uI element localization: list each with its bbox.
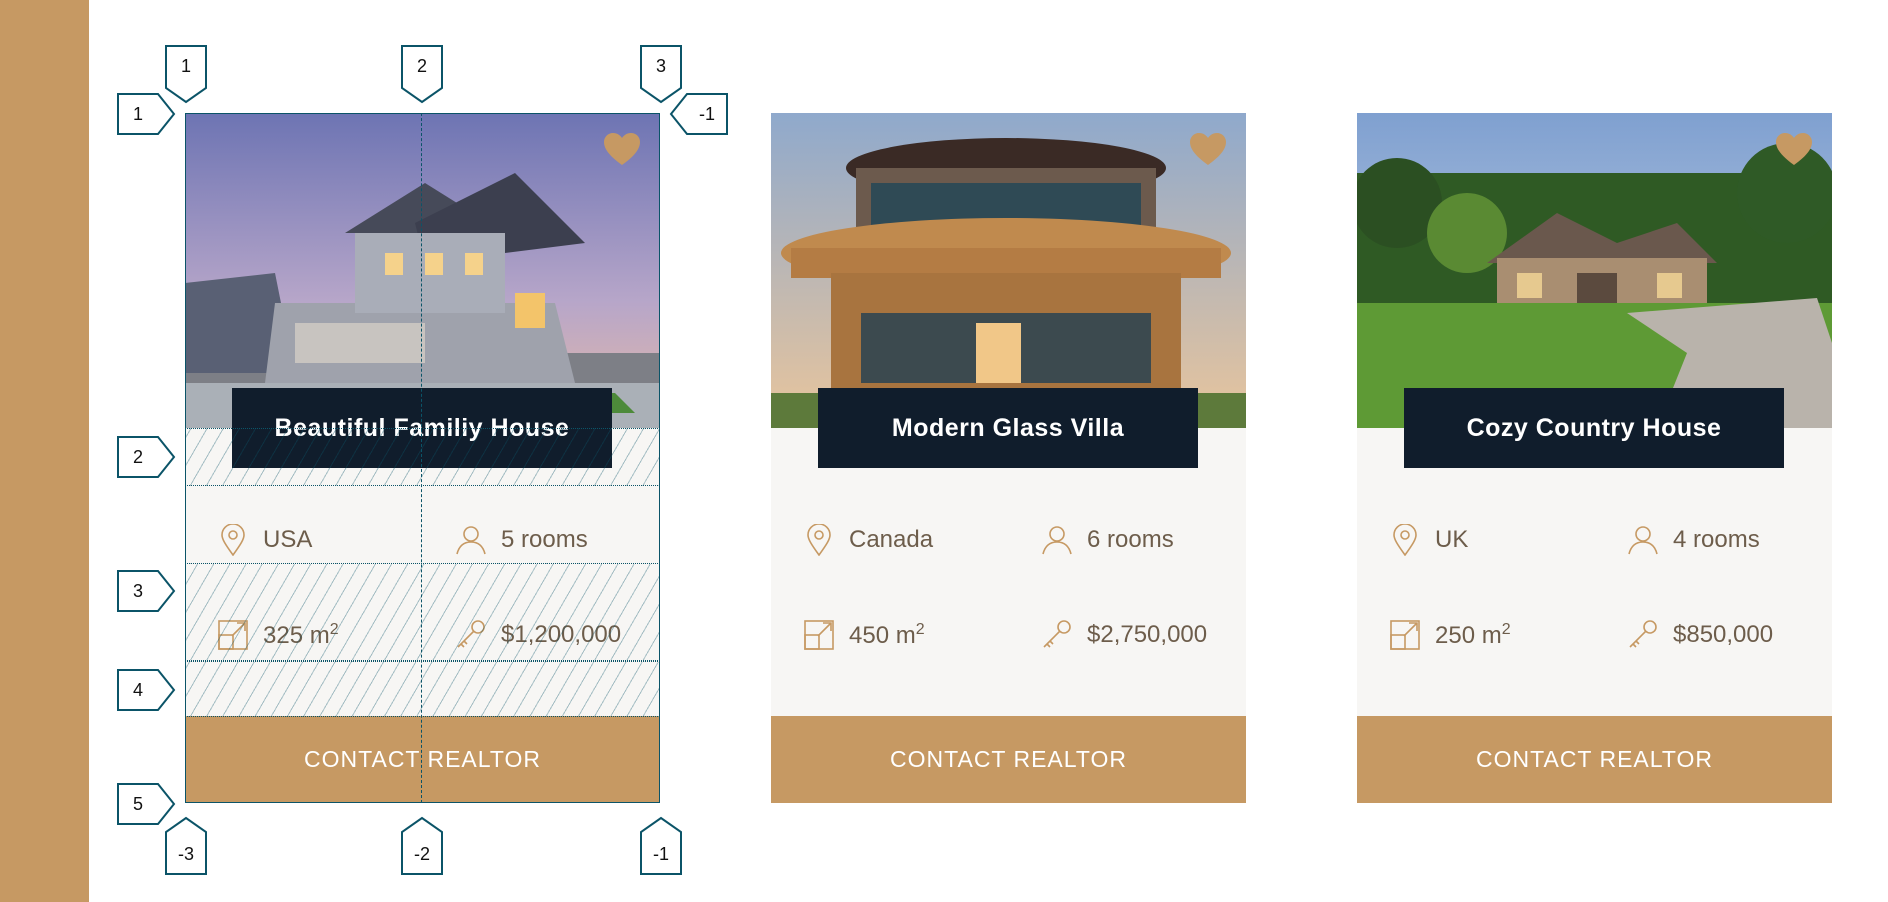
grid-row-badge: 5 bbox=[132, 793, 143, 814]
user-icon bbox=[455, 523, 487, 557]
grid-column-badge: -1 bbox=[652, 843, 669, 864]
feature-rooms: 4 rooms bbox=[1627, 523, 1760, 557]
map-pin-icon bbox=[217, 523, 249, 557]
grid-column-badge: -2 bbox=[413, 843, 430, 864]
area-text: 325 m2 bbox=[263, 620, 339, 649]
location-text: Canada bbox=[849, 526, 934, 553]
grid-row-badge: -1 bbox=[698, 103, 715, 124]
grid-column-badge: 1 bbox=[180, 55, 191, 76]
expand-icon bbox=[217, 618, 249, 652]
grid-row-badge: 2 bbox=[132, 446, 143, 467]
property-card-2: Modern Glass Villa Canada 6 rooms 450 m2… bbox=[771, 113, 1246, 803]
map-pin-icon bbox=[803, 523, 835, 557]
feature-price: $2,750,000 bbox=[1041, 618, 1207, 652]
location-text: USA bbox=[263, 526, 313, 553]
grid-row-badge: 3 bbox=[132, 580, 143, 601]
feature-price: $1,200,000 bbox=[455, 618, 621, 652]
grid-column-badge: 3 bbox=[655, 55, 666, 76]
price-text: $2,750,000 bbox=[1087, 621, 1208, 648]
left-sidebar-strip bbox=[0, 0, 89, 902]
house-photo bbox=[771, 113, 1246, 428]
expand-icon bbox=[1389, 618, 1421, 652]
grid-row-badge: 1 bbox=[132, 103, 143, 124]
contact-realtor-button[interactable]: CONTACT REALTOR bbox=[1357, 716, 1832, 803]
heart-icon[interactable] bbox=[1190, 133, 1226, 167]
area-text: 250 m2 bbox=[1435, 620, 1511, 649]
price-text: $1,200,000 bbox=[501, 621, 622, 648]
feature-area: 250 m2 bbox=[1389, 618, 1511, 652]
rooms-text: 5 rooms bbox=[501, 526, 588, 553]
user-icon bbox=[1627, 523, 1659, 557]
feature-location: Canada bbox=[803, 523, 933, 557]
expand-icon bbox=[803, 618, 835, 652]
property-card-3: Cozy Country House UK 4 rooms 250 m2 $85… bbox=[1357, 113, 1832, 803]
property-card-1: Beautiful Familiy House USA 5 rooms 325 … bbox=[185, 113, 660, 803]
contact-realtor-button[interactable]: CONTACT REALTOR bbox=[185, 716, 660, 803]
feature-price: $850,000 bbox=[1627, 618, 1773, 652]
map-pin-icon bbox=[1389, 523, 1421, 557]
feature-rooms: 5 rooms bbox=[455, 523, 588, 557]
grid-row-badge: 4 bbox=[132, 679, 143, 700]
feature-location: USA bbox=[217, 523, 312, 557]
key-icon bbox=[1041, 618, 1073, 652]
feature-rooms: 6 rooms bbox=[1041, 523, 1174, 557]
heart-icon[interactable] bbox=[604, 133, 640, 167]
property-title: Cozy Country House bbox=[1404, 388, 1784, 468]
area-text: 450 m2 bbox=[849, 620, 925, 649]
location-text: UK bbox=[1435, 526, 1469, 553]
user-icon bbox=[1041, 523, 1073, 557]
rooms-text: 4 rooms bbox=[1673, 526, 1760, 553]
feature-location: UK bbox=[1389, 523, 1468, 557]
feature-area: 325 m2 bbox=[217, 618, 339, 652]
property-title: Beautiful Familiy House bbox=[232, 388, 612, 468]
price-text: $850,000 bbox=[1673, 621, 1774, 648]
property-title: Modern Glass Villa bbox=[818, 388, 1198, 468]
contact-realtor-button[interactable]: CONTACT REALTOR bbox=[771, 716, 1246, 803]
key-icon bbox=[1627, 618, 1659, 652]
key-icon bbox=[455, 618, 487, 652]
grid-column-badge: -3 bbox=[177, 843, 194, 864]
house-photo bbox=[185, 113, 660, 428]
rooms-text: 6 rooms bbox=[1087, 526, 1174, 553]
grid-column-badge: 2 bbox=[416, 55, 427, 76]
feature-area: 450 m2 bbox=[803, 618, 925, 652]
house-photo bbox=[1357, 113, 1832, 428]
heart-icon[interactable] bbox=[1776, 133, 1812, 167]
